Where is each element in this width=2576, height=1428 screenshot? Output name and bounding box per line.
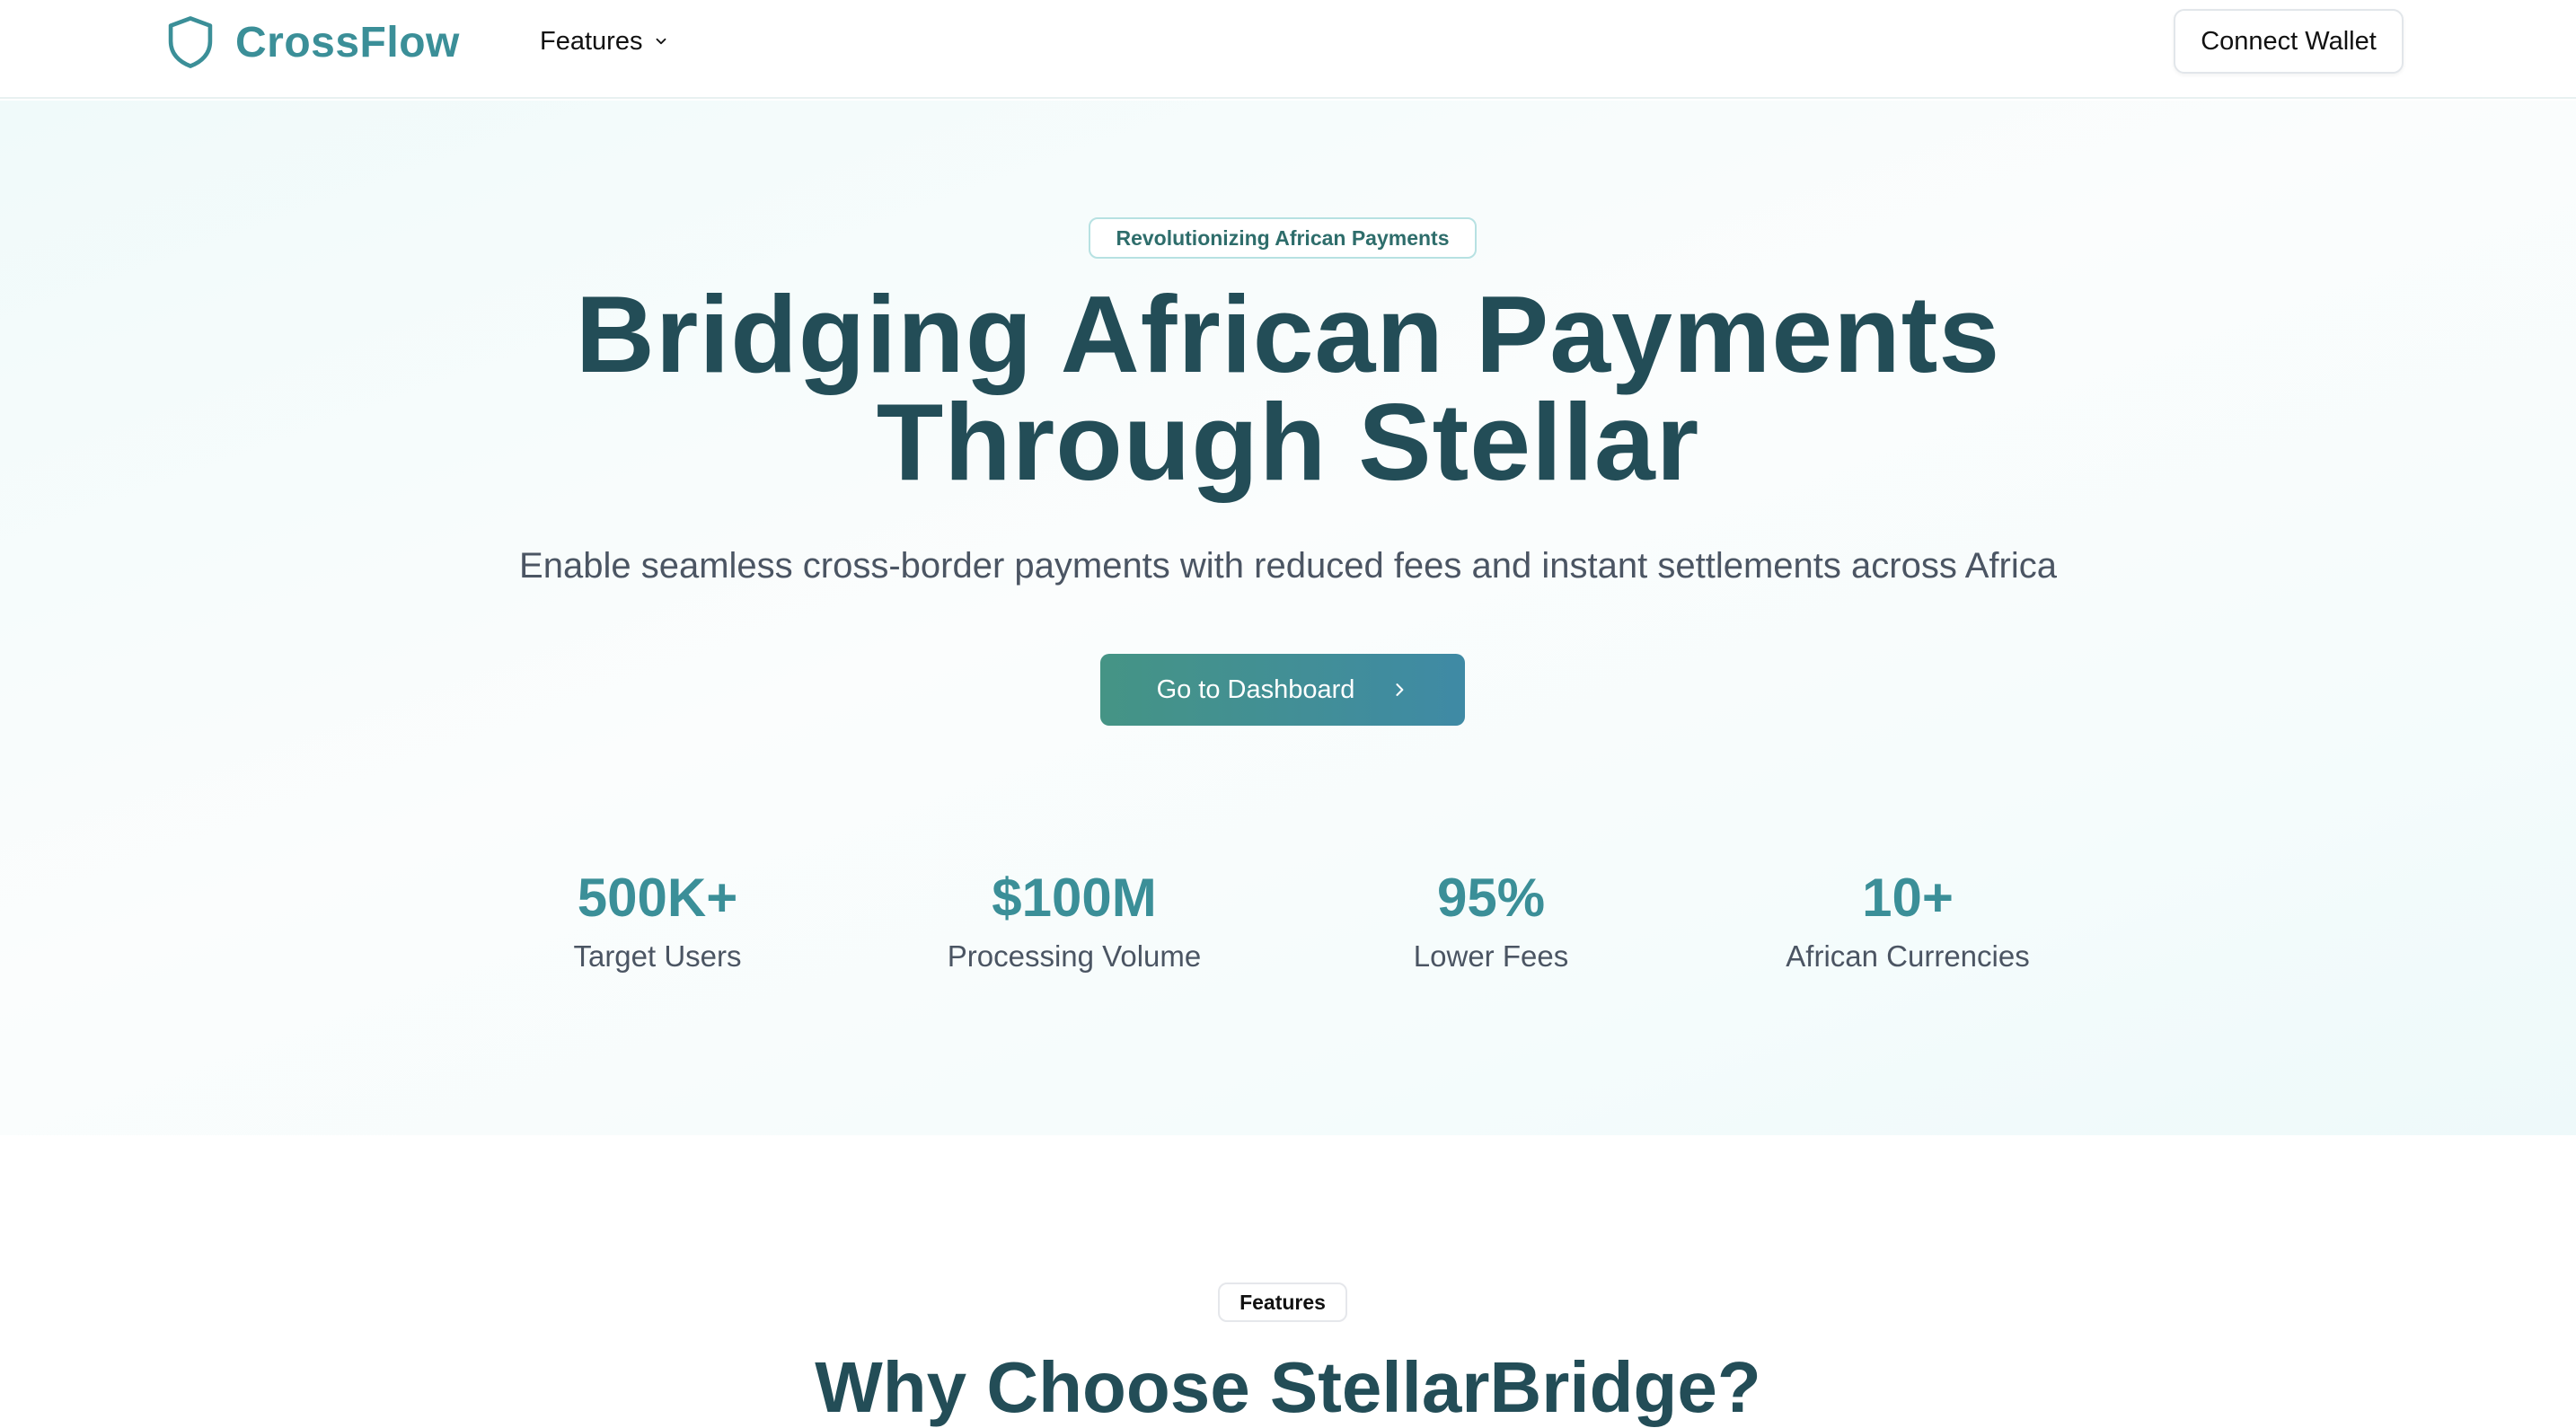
connect-wallet-button[interactable]: Connect Wallet bbox=[2174, 9, 2404, 74]
stat-processing-volume: $100M Processing Volume bbox=[886, 866, 1263, 974]
go-to-dashboard-button[interactable]: Go to Dashboard bbox=[1100, 654, 1465, 726]
stat-label: Processing Volume bbox=[947, 939, 1202, 973]
hero-section: Revolutionizing African Payments Bridgin… bbox=[0, 101, 2576, 1135]
hero-badge: Revolutionizing African Payments bbox=[1089, 217, 1477, 259]
hero-subtitle: Enable seamless cross-border payments wi… bbox=[519, 546, 2057, 586]
brand-name: CrossFlow bbox=[235, 18, 460, 66]
stat-value: 95% bbox=[1436, 868, 1546, 928]
go-to-dashboard-label: Go to Dashboard bbox=[1156, 674, 1355, 704]
stat-label: Lower Fees bbox=[1413, 939, 1569, 973]
stat-value: $100M bbox=[992, 868, 1157, 928]
hero-title: Bridging African Payments Through Stella… bbox=[390, 279, 2186, 497]
chevron-right-icon bbox=[1396, 683, 1404, 696]
shield-icon bbox=[168, 16, 213, 68]
features-menu-label: Features bbox=[540, 26, 643, 56]
features-menu[interactable]: Features bbox=[540, 20, 669, 63]
brand-logo[interactable]: CrossFlow bbox=[165, 13, 460, 72]
chevron-down-icon bbox=[657, 38, 666, 45]
hero-title-line-2: Through Stellar bbox=[876, 381, 1700, 503]
stat-lower-fees: 95% Lower Fees bbox=[1302, 866, 1680, 974]
stat-value: 500K+ bbox=[577, 868, 738, 928]
top-nav: CrossFlow Features Connect Wallet bbox=[0, 0, 2576, 99]
features-title: Why Choose StellarBridge? bbox=[815, 1347, 1761, 1427]
hero-title-line-1: Bridging African Payments bbox=[575, 273, 2001, 395]
stat-label: African Currencies bbox=[1786, 939, 2030, 973]
stat-value: 10+ bbox=[1862, 868, 1954, 928]
stat-african-currencies: 10+ African Currencies bbox=[1719, 866, 2096, 974]
stat-label: Target Users bbox=[573, 939, 742, 973]
stat-target-users: 500K+ Target Users bbox=[469, 866, 846, 974]
features-badge: Features bbox=[1218, 1283, 1347, 1322]
